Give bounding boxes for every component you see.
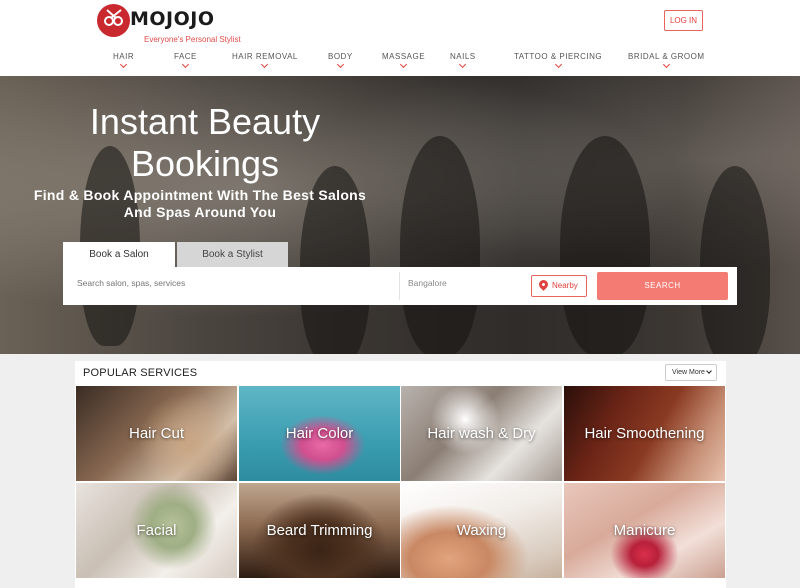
nav-item-tattoo-piercing[interactable]: TATTOO & PIERCING	[514, 52, 602, 69]
tab-book-salon[interactable]: Book a Salon	[63, 242, 175, 267]
service-label: Hair Smoothening	[584, 425, 705, 442]
service-label: Hair wash & Dry	[427, 425, 536, 442]
hero-figure	[400, 136, 480, 354]
city-input[interactable]	[408, 278, 518, 288]
view-more-button[interactable]: View More	[665, 364, 717, 381]
chevron-down-icon	[336, 60, 344, 69]
login-button[interactable]: LOG IN	[664, 10, 703, 31]
chevron-down-icon	[662, 60, 670, 69]
popular-services-section: POPULAR SERVICES View More Hair Cut Hair…	[75, 361, 726, 588]
nav-item-label: BRIDAL & GROOM	[628, 52, 705, 61]
nearby-label: Nearby	[552, 281, 578, 290]
search-input[interactable]	[77, 278, 377, 288]
service-label: Facial	[136, 522, 177, 539]
service-label: Manicure	[613, 522, 676, 539]
hero-figure	[560, 136, 650, 354]
service-label: Hair Color	[285, 425, 354, 442]
service-tile-hair-cut[interactable]: Hair Cut	[76, 386, 237, 481]
hero-figure	[700, 166, 770, 354]
nav-item-label: NAILS	[450, 52, 476, 61]
scissors-logo-icon	[97, 4, 130, 37]
nav-item-body[interactable]: BODY	[328, 52, 353, 69]
nearby-button[interactable]: Nearby	[531, 275, 587, 297]
brand-tagline: Everyone's Personal Stylist	[144, 35, 241, 44]
nav-item-hair[interactable]: HAIR	[113, 52, 135, 69]
service-label: Beard Trimming	[266, 522, 373, 539]
chevron-down-icon	[261, 60, 269, 69]
hero-banner: Instant Beauty Bookings Find & Book Appo…	[0, 76, 800, 354]
category-nav: HAIR FACE HAIR REMOVAL BODY MASSAGE NAIL…	[0, 52, 800, 74]
search-button[interactable]: SEARCH	[597, 272, 728, 300]
chevron-down-icon	[459, 60, 467, 69]
nav-item-bridal-groom[interactable]: BRIDAL & GROOM	[628, 52, 705, 69]
view-more-label: View More	[672, 369, 705, 376]
service-tile-manicure[interactable]: Manicure	[564, 483, 725, 578]
nav-item-hair-removal[interactable]: HAIR REMOVAL	[232, 52, 298, 69]
search-bar: Nearby SEARCH	[63, 267, 737, 305]
section-title: POPULAR SERVICES	[83, 367, 198, 379]
chevron-down-icon	[120, 60, 128, 69]
nav-item-label: BODY	[328, 52, 353, 61]
chevron-down-icon	[706, 368, 712, 374]
service-tile-beard-trimming[interactable]: Beard Trimming	[239, 483, 400, 578]
site-header: MOJOJO Everyone's Personal Stylist LOG I…	[0, 0, 800, 76]
nav-item-label: FACE	[174, 52, 197, 61]
service-tile-facial[interactable]: Facial	[76, 483, 237, 578]
nav-item-label: MASSAGE	[382, 52, 426, 61]
nav-item-nails[interactable]: NAILS	[450, 52, 476, 69]
chevron-down-icon	[181, 60, 189, 69]
chevron-down-icon	[399, 60, 408, 69]
nav-item-label: HAIR	[113, 52, 135, 61]
nav-item-massage[interactable]: MASSAGE	[382, 52, 426, 69]
hero-title: Instant Beauty Bookings	[89, 101, 321, 184]
nav-item-label: HAIR REMOVAL	[232, 52, 298, 61]
map-pin-icon	[537, 278, 550, 291]
search-divider	[399, 272, 400, 300]
brand-name: MOJOJO	[130, 8, 215, 30]
service-tile-hair-wash-dry[interactable]: Hair wash & Dry	[401, 386, 562, 481]
service-tile-hair-color[interactable]: Hair Color	[239, 386, 400, 481]
service-tile-hair-smoothening[interactable]: Hair Smoothening	[564, 386, 725, 481]
nav-item-face[interactable]: FACE	[174, 52, 197, 69]
service-tile-waxing[interactable]: Waxing	[401, 483, 562, 578]
service-label: Hair Cut	[128, 425, 184, 442]
brand-logo[interactable]: MOJOJO Everyone's Personal Stylist	[97, 4, 241, 44]
hero-subtitle: Find & Book Appointment With The Best Sa…	[33, 187, 367, 220]
chevron-down-icon	[554, 60, 562, 69]
tab-book-stylist[interactable]: Book a Stylist	[177, 242, 288, 267]
service-label: Waxing	[456, 522, 507, 539]
